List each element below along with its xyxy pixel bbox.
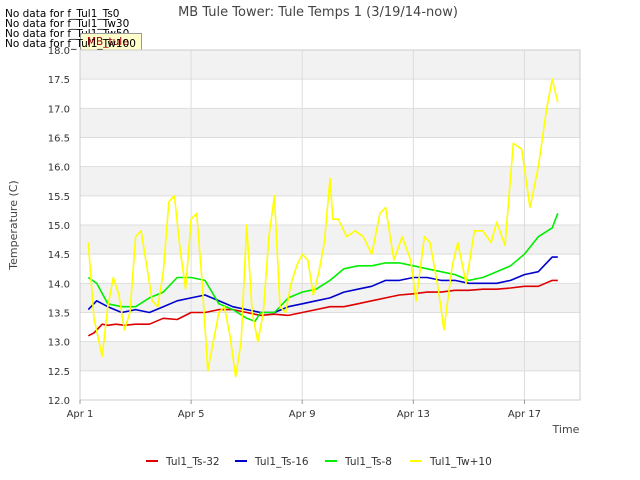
x-tick-label: Apr 17 (508, 409, 541, 420)
y-tick-label: 12.0 (48, 396, 70, 407)
y-tick-label: 14.5 (48, 250, 70, 261)
legend-label: Tul1_Ts-8 (344, 456, 392, 468)
y-tick-label: 16.5 (48, 134, 70, 145)
plot-band (80, 341, 580, 371)
chart-title: MB Tule Tower: Tule Temps 1 (3/19/14-now… (178, 5, 458, 20)
y-axis-label: Temperature (C) (7, 180, 20, 270)
legend: Tul1_Ts-32 Tul1_Ts-16 Tul1_Ts-8 Tul1_Tw+10 (146, 456, 492, 468)
y-tick-label: 16.0 (48, 163, 70, 174)
plot-band (80, 195, 580, 225)
plot-band (80, 312, 580, 342)
y-tick-label: 18.0 (48, 46, 70, 57)
legend-label: Tul1_Ts-32 (165, 456, 220, 468)
chart: MB Tule Tower: Tule Temps 1 (3/19/14-now… (7, 5, 581, 468)
y-tick-label: 13.5 (48, 309, 70, 320)
y-tick-label: 17.5 (48, 75, 70, 86)
y-tick-label: 14.0 (48, 279, 70, 290)
plot-band (80, 137, 580, 167)
plot-band (80, 108, 580, 138)
legend-label: Tul1_Ts-16 (254, 456, 309, 468)
x-axis-label: Time (552, 423, 580, 436)
x-tick-label: Apr 5 (178, 409, 205, 420)
y-tick-label: 13.0 (48, 338, 70, 349)
y-tick-label: 15.0 (48, 221, 70, 232)
legend-label: Tul1_Tw+10 (429, 456, 492, 468)
plot-band (80, 79, 580, 109)
x-tick-label: Apr 9 (289, 409, 316, 420)
x-tick-label: Apr 1 (67, 409, 94, 420)
y-tick-label: 17.0 (48, 104, 70, 115)
plot-band (80, 50, 580, 80)
y-axis: 12.0 12.5 13.0 13.5 14.0 14.5 15.0 15.5 16.0 16.5… (48, 46, 70, 407)
y-tick-label: 12.5 (48, 367, 70, 378)
x-tick-label: Apr 13 (397, 409, 430, 420)
y-tick-label: 15.5 (48, 192, 70, 203)
x-axis: Apr 1 Apr 5 Apr 9 Apr 13 Apr 17 (67, 400, 541, 420)
plot-band (80, 370, 580, 400)
